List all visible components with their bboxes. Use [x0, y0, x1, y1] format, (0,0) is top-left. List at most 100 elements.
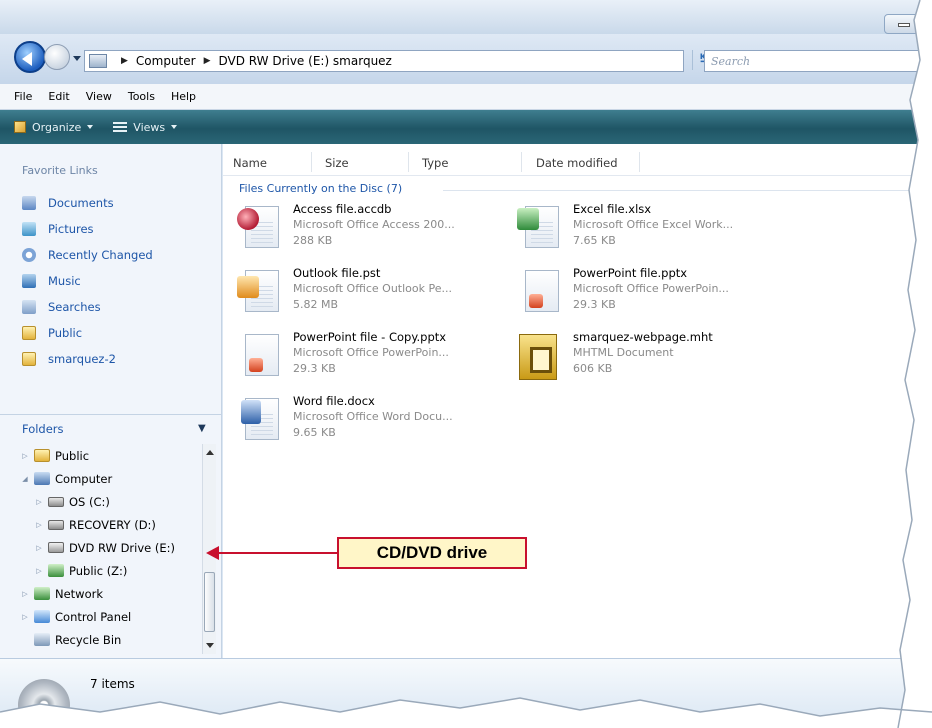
recent-pages-dropdown-icon[interactable] [73, 56, 81, 61]
documents-icon [22, 196, 36, 210]
search-input[interactable]: Search [704, 50, 932, 72]
file-item-powerpoint[interactable]: PowerPoint file.pptx Microsoft Office Po… [515, 264, 785, 324]
favorite-link-label: Recently Changed [48, 248, 153, 262]
menu-tools[interactable]: Tools [128, 90, 155, 103]
expand-icon[interactable]: ▷ [34, 544, 44, 552]
hard-drive-icon [48, 496, 64, 507]
powerpoint-badge [249, 358, 263, 372]
expand-icon[interactable]: ▷ [34, 498, 44, 506]
network-icon [34, 587, 50, 600]
computer-icon [34, 472, 50, 485]
powerpoint-badge [529, 294, 543, 308]
favorite-link-label: Music [48, 274, 81, 288]
word-badge [241, 400, 261, 424]
favorite-link-music[interactable]: Music [22, 268, 153, 294]
folder-tree: ▷ Public ◢ Computer ▷ OS (C:) ▷ RECOVERY (D:… [0, 444, 200, 651]
tree-item-label: Public [55, 448, 90, 463]
command-bar: Organize Views [0, 110, 932, 144]
item-count: 7 items [90, 677, 135, 691]
recycle-bin-icon [34, 633, 50, 646]
views-button[interactable]: Views [113, 120, 178, 134]
menu-edit[interactable]: Edit [48, 90, 69, 103]
scroll-thumb[interactable] [204, 572, 215, 632]
favorite-link-label: smarquez-2 [48, 352, 116, 366]
menu-file[interactable]: File [14, 90, 32, 103]
favorite-link-pictures[interactable]: Pictures [22, 216, 153, 242]
scroll-up-icon[interactable] [206, 450, 214, 455]
organize-icon [14, 121, 26, 133]
tree-item-os-c[interactable]: ▷ OS (C:) [0, 490, 200, 513]
column-header-name[interactable]: Name [233, 156, 267, 170]
menu-view[interactable]: View [86, 90, 112, 103]
tree-item-public-z[interactable]: ▷ Public (Z:) [0, 559, 200, 582]
column-divider[interactable] [639, 152, 640, 172]
pictures-icon [22, 222, 36, 236]
favorite-link-label: Pictures [48, 222, 94, 236]
back-button[interactable] [14, 41, 46, 73]
favorite-link-recently-changed[interactable]: Recently Changed [22, 242, 153, 268]
favorite-link-smarquez-2[interactable]: smarquez-2 [22, 346, 153, 372]
favorite-link-documents[interactable]: Documents [22, 190, 153, 216]
file-item-access[interactable]: Access file.accdb Microsoft Office Acces… [235, 200, 505, 260]
menu-help[interactable]: Help [171, 90, 196, 103]
file-size: 9.65 KB [293, 426, 336, 439]
column-header-type[interactable]: Type [422, 156, 448, 170]
column-divider[interactable] [408, 152, 409, 172]
column-header-size[interactable]: Size [325, 156, 349, 170]
expand-icon[interactable]: ▷ [20, 613, 30, 621]
expand-icon[interactable]: ▷ [20, 452, 30, 460]
file-type: Microsoft Office Excel Work... [573, 218, 734, 231]
folders-header[interactable]: Folders ▼ [0, 414, 222, 442]
file-name: Excel file.xlsx [573, 202, 652, 216]
file-size: 7.65 KB [573, 234, 616, 247]
file-item-outlook[interactable]: Outlook file.pst Microsoft Office Outloo… [235, 264, 505, 324]
file-type: Microsoft Office Outlook Pe... [293, 282, 452, 295]
file-size: 606 KB [573, 362, 613, 375]
file-size: 5.82 MB [293, 298, 339, 311]
tree-item-network[interactable]: ▷ Network [0, 582, 200, 605]
file-item-powerpoint-copy[interactable]: PowerPoint file - Copy.pptx Microsoft Of… [235, 328, 505, 388]
favorite-link-searches[interactable]: Searches [22, 294, 153, 320]
file-name: Word file.docx [293, 394, 375, 408]
excel-badge [517, 208, 539, 230]
organize-button[interactable]: Organize [14, 121, 94, 134]
file-item-excel[interactable]: Excel file.xlsx Microsoft Office Excel W… [515, 200, 785, 260]
file-size: 29.3 KB [573, 298, 616, 311]
favorite-links-title: Favorite Links [22, 164, 98, 177]
scroll-down-icon[interactable] [206, 643, 214, 648]
expand-icon[interactable]: ▷ [20, 590, 30, 598]
address-row: ▶ Computer ▶ DVD RW Drive (E:) smarquez … [0, 34, 932, 84]
menu-bar: File Edit View Tools Help [0, 84, 932, 110]
favorite-links-list: Documents Pictures Recently Changed Musi… [22, 190, 153, 372]
chevron-down-icon [171, 125, 178, 129]
column-divider[interactable] [521, 152, 522, 172]
chevron-down-icon [87, 125, 94, 129]
tree-item-recycle-bin[interactable]: Recycle Bin [0, 628, 200, 651]
column-header-date-modified[interactable]: Date modified [536, 156, 618, 170]
expand-icon[interactable]: ▷ [34, 521, 44, 529]
file-size: 29.3 KB [293, 362, 336, 375]
file-name: PowerPoint file - Copy.pptx [293, 330, 447, 344]
file-item-word[interactable]: Word file.docx Microsoft Office Word Doc… [235, 392, 505, 452]
access-badge [237, 208, 259, 230]
forward-button[interactable] [44, 44, 70, 70]
tree-item-public[interactable]: ▷ Public [0, 444, 200, 467]
chevron-down-icon[interactable]: ▼ [198, 423, 206, 434]
tree-item-recovery-d[interactable]: ▷ RECOVERY (D:) [0, 513, 200, 536]
folder-icon [22, 326, 36, 340]
tree-item-label: Control Panel [55, 609, 132, 624]
group-header[interactable]: Files Currently on the Disc (7) [239, 182, 402, 195]
title-bar [0, 0, 932, 34]
file-item-mhtml[interactable]: smarquez-webpage.mht MHTML Document 606 … [515, 328, 785, 388]
collapse-icon[interactable]: ◢ [20, 475, 30, 483]
minimize-button[interactable] [884, 14, 922, 34]
tree-item-dvd-rw-drive[interactable]: ▷ DVD RW Drive (E:) [0, 536, 200, 559]
favorite-link-public[interactable]: Public [22, 320, 153, 346]
tree-item-computer[interactable]: ◢ Computer [0, 467, 200, 490]
views-label: Views [133, 120, 166, 134]
expand-icon[interactable]: ▷ [34, 567, 44, 575]
favorite-link-label: Searches [48, 300, 101, 314]
column-divider[interactable] [311, 152, 312, 172]
tree-item-control-panel[interactable]: ▷ Control Panel [0, 605, 200, 628]
tree-item-label: OS (C:) [69, 494, 110, 509]
